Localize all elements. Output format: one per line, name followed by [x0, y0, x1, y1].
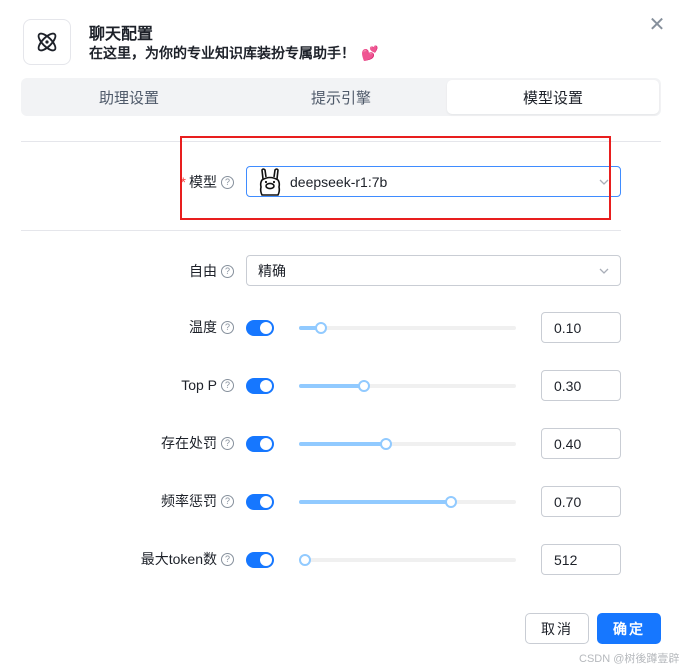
temperature-label: 温度 ? [100, 319, 234, 335]
confirm-button[interactable]: 确定 [597, 613, 661, 644]
param-label-text: 存在处罚 [161, 435, 217, 451]
slider-track [299, 500, 451, 504]
temperature-slider[interactable] [299, 322, 516, 334]
toggle-knob [260, 322, 272, 334]
chevron-down-icon [599, 268, 609, 274]
dialog-title: 聊天配置 [89, 26, 154, 43]
atom-icon [23, 19, 71, 65]
top-p-input[interactable]: 0.30 [541, 370, 621, 401]
tab-assistant-settings[interactable]: 助理设置 [23, 80, 235, 114]
hearts-icon: 💕 [361, 45, 379, 61]
freedom-select[interactable]: 精确 [246, 255, 621, 286]
dialog-subtitle-text: 在这里，为你的专业知识库装扮专属助手！ [89, 45, 355, 61]
max-tokens-slider[interactable] [299, 554, 516, 566]
help-icon[interactable]: ? [221, 378, 234, 392]
toggle-knob [260, 380, 272, 392]
watermark: CSDN @树後蹲壹辟 [579, 653, 680, 665]
toggle-knob [260, 496, 272, 508]
tab-model-settings[interactable]: 模型设置 [447, 80, 659, 114]
toggle-knob [260, 554, 272, 566]
presence-penalty-label: 存在处罚 ? [100, 435, 234, 451]
max-tokens-label: 最大token数 ? [100, 551, 234, 567]
presence-penalty-slider[interactable] [299, 438, 516, 450]
slider-track [299, 384, 365, 388]
divider [21, 230, 621, 231]
tab-prompt-engine[interactable]: 提示引擎 [235, 80, 447, 114]
frequency-penalty-input[interactable]: 0.70 [541, 486, 621, 517]
param-label-text: 频率惩罚 [161, 493, 217, 509]
help-icon[interactable]: ? [221, 320, 234, 334]
dialog-subtitle: 在这里，为你的专业知识库装扮专属助手！ 💕 [89, 43, 378, 63]
help-icon[interactable]: ? [221, 436, 234, 450]
param-label-text: 最大token数 [140, 551, 217, 567]
help-icon[interactable]: ? [221, 494, 234, 508]
slider-handle[interactable] [379, 438, 392, 450]
help-icon[interactable]: ? [221, 264, 234, 278]
presence-penalty-toggle[interactable] [246, 436, 274, 452]
max-tokens-input[interactable]: 512 [541, 544, 621, 575]
top-p-toggle[interactable] [246, 378, 274, 394]
cancel-button[interactable]: 取消 [525, 613, 589, 644]
tab-bar: 助理设置 提示引擎 模型设置 [21, 78, 661, 116]
presence-penalty-input[interactable]: 0.40 [541, 428, 621, 459]
close-icon[interactable]: ✕ [647, 15, 667, 35]
temperature-input[interactable]: 0.10 [541, 312, 621, 343]
slider-rail [299, 558, 516, 562]
slider-handle[interactable] [314, 322, 327, 334]
freedom-select-value: 精确 [258, 262, 286, 279]
highlight-annotation [180, 136, 611, 220]
frequency-penalty-label: 频率惩罚 ? [100, 493, 234, 509]
slider-handle[interactable] [444, 496, 457, 508]
top-p-label: Top P ? [100, 377, 234, 393]
slider-handle[interactable] [358, 380, 371, 392]
slider-handle[interactable] [299, 554, 311, 566]
frequency-penalty-toggle[interactable] [246, 494, 274, 510]
freedom-label: 自由 ? [150, 263, 234, 279]
frequency-penalty-slider[interactable] [299, 496, 516, 508]
temperature-toggle[interactable] [246, 320, 274, 336]
max-tokens-toggle[interactable] [246, 552, 274, 568]
param-label-text: 温度 [189, 319, 217, 335]
slider-track [299, 442, 386, 446]
toggle-knob [260, 438, 272, 450]
help-icon[interactable]: ? [221, 552, 234, 566]
top-p-slider[interactable] [299, 380, 516, 392]
param-label-text: Top P [181, 377, 217, 393]
freedom-label-text: 自由 [189, 263, 217, 279]
chat-config-dialog: 聊天配置 在这里，为你的专业知识库装扮专属助手！ 💕 ✕ 助理设置 提示引擎 模型… [0, 0, 694, 669]
slider-rail [299, 326, 516, 330]
